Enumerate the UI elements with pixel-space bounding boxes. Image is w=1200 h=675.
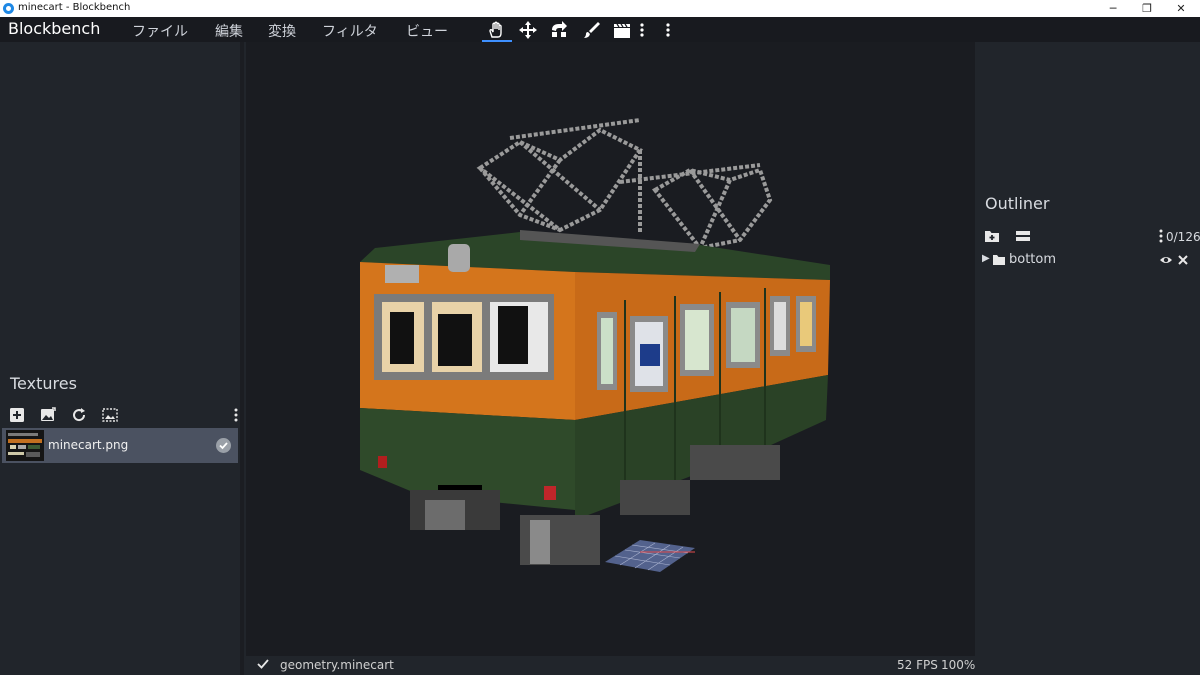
texture-thumbnail [6, 430, 44, 461]
menu-view[interactable]: ビュー [406, 21, 448, 41]
brand-title[interactable]: Blockbench [8, 19, 100, 38]
3d-viewport[interactable] [246, 42, 975, 656]
reload-textures-icon[interactable] [71, 407, 87, 423]
window-title-bar: minecart - Blockbench ─ ❐ ✕ [0, 0, 1200, 17]
train-model-render [360, 118, 830, 572]
menu-filter[interactable]: フィルタ [322, 21, 378, 41]
outliner-selection-count: 0/126 [1166, 230, 1200, 244]
left-sidebar: Textures minecart.png [0, 42, 244, 675]
menu-file[interactable]: ファイル [132, 21, 188, 41]
expand-arrow-icon[interactable]: ▶ [982, 253, 990, 264]
texture-list-item[interactable]: minecart.png [2, 428, 238, 463]
rotate-icon[interactable] [549, 20, 569, 40]
destination-sign [385, 265, 419, 283]
add-group-icon[interactable] [984, 228, 1000, 244]
tool-more-icon[interactable] [632, 20, 652, 40]
window-title: minecart - Blockbench [18, 2, 131, 13]
move-icon[interactable] [518, 20, 538, 40]
texture-selected-check-icon [216, 438, 231, 453]
right-sidebar: Outliner 0/126 ▶ bottom [976, 42, 1200, 675]
zoom-readout: 100% [941, 658, 976, 672]
texture-canvas-icon[interactable] [102, 407, 118, 423]
texture-name: minecart.png [48, 438, 129, 452]
outliner-panel-title: Outliner [985, 194, 1050, 213]
clapperboard-icon[interactable] [612, 20, 632, 40]
toolbar-more-icon[interactable] [658, 20, 678, 40]
front-window-center-glass [438, 314, 472, 366]
outliner-group-item[interactable]: ▶ bottom [980, 252, 1196, 270]
textures-panel-title: Textures [10, 374, 77, 393]
maximize-button[interactable]: ❐ [1128, 0, 1166, 17]
paint-brush-icon[interactable] [581, 20, 601, 40]
status-bar: geometry.minecart 52 FPS 100% [246, 656, 975, 675]
tail-light-right [544, 486, 556, 500]
export-toggle-icon[interactable] [1177, 253, 1189, 267]
close-button[interactable]: ✕ [1162, 0, 1200, 17]
visibility-eye-icon[interactable] [1159, 253, 1173, 267]
menu-bar: Blockbench ファイル 編集 変換 フィルタ ビュー [0, 17, 1200, 42]
pantograph [476, 118, 773, 251]
folder-icon [992, 253, 1006, 267]
outliner-item-label: bottom [1009, 252, 1057, 267]
import-texture-icon[interactable] [40, 407, 56, 423]
menu-edit[interactable]: 編集 [215, 21, 243, 41]
left-panel-scrollbar[interactable] [240, 42, 244, 675]
tail-light-left [378, 456, 387, 468]
ground-grid [605, 540, 695, 572]
fps-readout: 52 FPS [897, 658, 938, 672]
menu-transform[interactable]: 変換 [268, 21, 296, 41]
saved-check-icon [256, 657, 270, 671]
outliner-more-icon[interactable] [1158, 228, 1164, 244]
add-texture-icon[interactable] [9, 407, 25, 423]
front-window-right-glass [498, 306, 528, 364]
textures-more-icon[interactable] [232, 407, 240, 423]
model-identifier: geometry.minecart [280, 658, 394, 672]
collapse-all-icon[interactable] [1015, 228, 1031, 244]
headlight [448, 244, 470, 272]
hand-icon[interactable] [482, 20, 512, 42]
minimize-button[interactable]: ─ [1094, 0, 1132, 17]
front-window-left-glass [390, 312, 414, 364]
blockbench-app-icon [3, 3, 14, 14]
